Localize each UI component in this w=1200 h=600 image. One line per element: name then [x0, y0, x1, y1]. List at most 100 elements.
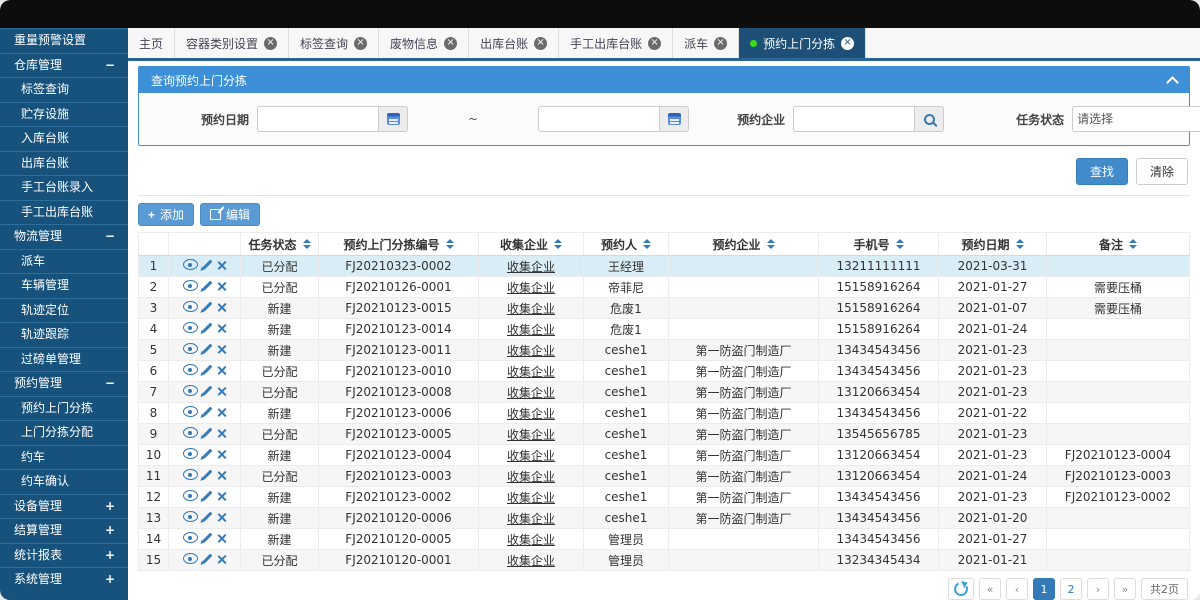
delete-icon[interactable]	[217, 512, 227, 522]
company-input[interactable]	[793, 106, 914, 132]
view-icon[interactable]	[183, 532, 198, 543]
pager-nav-button[interactable]: «	[979, 578, 1001, 600]
close-icon[interactable]	[354, 37, 367, 50]
cell-收集企业[interactable]: 收集企业	[479, 424, 584, 445]
sort-icon[interactable]	[303, 239, 311, 249]
collect-company-link[interactable]: 收集企业	[507, 386, 555, 400]
pager-nav-button[interactable]: »	[1114, 578, 1136, 600]
collect-company-link[interactable]: 收集企业	[507, 407, 555, 421]
expand-icon[interactable]: +	[105, 568, 115, 592]
table-row[interactable]: 4新建FJ20210123-0014收集企业危废1151589162642021…	[139, 319, 1190, 340]
sort-icon[interactable]	[643, 239, 651, 249]
sidebar-item-物流管理[interactable]: 物流管理−	[0, 224, 128, 249]
cell-收集企业[interactable]: 收集企业	[479, 256, 584, 277]
edit-row-icon[interactable]	[202, 302, 212, 312]
delete-icon[interactable]	[217, 302, 227, 312]
pager-nav-button[interactable]: ‹	[1006, 578, 1028, 600]
edit-row-icon[interactable]	[202, 470, 212, 480]
edit-row-icon[interactable]	[202, 491, 212, 501]
tab-派车[interactable]: 派车	[673, 28, 739, 58]
close-icon[interactable]	[534, 37, 547, 50]
search-button[interactable]: 查找	[1076, 158, 1128, 185]
collect-company-link[interactable]: 收集企业	[507, 344, 555, 358]
edit-row-icon[interactable]	[202, 407, 212, 417]
delete-icon[interactable]	[217, 470, 227, 480]
tab-主页[interactable]: 主页	[128, 28, 175, 58]
cell-收集企业[interactable]: 收集企业	[479, 487, 584, 508]
sidebar-item-车辆管理[interactable]: 车辆管理	[0, 273, 128, 298]
view-icon[interactable]	[183, 511, 198, 522]
edit-row-icon[interactable]	[202, 386, 212, 396]
cell-收集企业[interactable]: 收集企业	[479, 340, 584, 361]
view-icon[interactable]	[183, 427, 198, 438]
close-icon[interactable]	[648, 37, 661, 50]
cell-收集企业[interactable]: 收集企业	[479, 508, 584, 529]
delete-icon[interactable]	[217, 491, 227, 501]
table-row[interactable]: 10新建FJ20210123-0004收集企业ceshe1第一防盗门制造厂131…	[139, 445, 1190, 466]
tab-废物信息[interactable]: 废物信息	[379, 28, 469, 58]
close-icon[interactable]	[841, 37, 854, 50]
add-button[interactable]: 添加	[138, 203, 194, 226]
table-row[interactable]: 9已分配FJ20210123-0005收集企业ceshe1第一防盗门制造厂135…	[139, 424, 1190, 445]
expand-icon[interactable]: +	[105, 519, 115, 543]
delete-icon[interactable]	[217, 554, 227, 564]
close-icon[interactable]	[264, 37, 277, 50]
table-row[interactable]: 5新建FJ20210123-0011收集企业ceshe1第一防盗门制造厂1343…	[139, 340, 1190, 361]
collect-company-link[interactable]: 收集企业	[507, 533, 555, 547]
view-icon[interactable]	[183, 385, 198, 396]
date-to-input[interactable]	[538, 106, 659, 132]
column-header-预约人[interactable]: 预约人	[584, 233, 669, 256]
expand-icon[interactable]: +	[105, 544, 115, 568]
edit-row-icon[interactable]	[202, 428, 212, 438]
edit-row-icon[interactable]	[202, 533, 212, 543]
delete-icon[interactable]	[217, 281, 227, 291]
view-icon[interactable]	[183, 322, 198, 333]
column-header-预约日期[interactable]: 预约日期	[939, 233, 1047, 256]
sidebar-item-手工出库台账[interactable]: 手工出库台账	[0, 200, 128, 225]
sidebar-item-入库台账[interactable]: 入库台账	[0, 126, 128, 151]
column-header-手机号[interactable]: 手机号	[819, 233, 939, 256]
table-row[interactable]: 3新建FJ20210123-0015收集企业危废1151589162642021…	[139, 298, 1190, 319]
collect-company-link[interactable]: 收集企业	[507, 428, 555, 442]
table-row[interactable]: 8新建FJ20210123-0006收集企业ceshe1第一防盗门制造厂1343…	[139, 403, 1190, 424]
expand-icon[interactable]: +	[105, 495, 115, 519]
view-icon[interactable]	[183, 301, 198, 312]
page-button-1[interactable]: 1	[1033, 578, 1055, 600]
date-from-input[interactable]	[257, 106, 378, 132]
status-select[interactable]: 请选择	[1072, 106, 1200, 132]
cell-收集企业[interactable]: 收集企业	[479, 466, 584, 487]
collect-company-link[interactable]: 收集企业	[507, 323, 555, 337]
sidebar-item-预约上门分拣[interactable]: 预约上门分拣	[0, 396, 128, 421]
page-button-2[interactable]: 2	[1060, 578, 1082, 600]
collapse-icon[interactable]: −	[105, 54, 115, 78]
view-icon[interactable]	[183, 280, 198, 291]
table-row[interactable]: 15已分配FJ20210120-0001收集企业管理员1323434543420…	[139, 550, 1190, 571]
edit-row-icon[interactable]	[202, 281, 212, 291]
collect-company-link[interactable]: 收集企业	[507, 260, 555, 274]
collapse-icon[interactable]	[1166, 76, 1179, 89]
sidebar-item-出库台账[interactable]: 出库台账	[0, 151, 128, 176]
collect-company-link[interactable]: 收集企业	[507, 449, 555, 463]
column-header-预约上门分拣编号[interactable]: 预约上门分拣编号	[319, 233, 479, 256]
cell-收集企业[interactable]: 收集企业	[479, 319, 584, 340]
sort-icon[interactable]	[767, 239, 775, 249]
delete-icon[interactable]	[217, 533, 227, 543]
sort-icon[interactable]	[446, 239, 454, 249]
column-header-备注[interactable]: 备注	[1047, 233, 1190, 256]
sidebar-item-预约管理[interactable]: 预约管理−	[0, 371, 128, 396]
delete-icon[interactable]	[217, 365, 227, 375]
view-icon[interactable]	[183, 448, 198, 459]
pager-nav-button[interactable]: ›	[1087, 578, 1109, 600]
tab-预约上门分拣[interactable]: 预约上门分拣	[739, 28, 866, 58]
sidebar-item-约车[interactable]: 约车	[0, 445, 128, 470]
sidebar-item-约车确认[interactable]: 约车确认	[0, 469, 128, 494]
sidebar-item-系统管理[interactable]: 系统管理+	[0, 567, 128, 592]
edit-row-icon[interactable]	[202, 512, 212, 522]
cell-收集企业[interactable]: 收集企业	[479, 361, 584, 382]
clear-button[interactable]: 清除	[1136, 158, 1188, 185]
sidebar-item-仓库管理[interactable]: 仓库管理−	[0, 53, 128, 78]
table-row[interactable]: 11已分配FJ20210123-0003收集企业ceshe1第一防盗门制造厂13…	[139, 466, 1190, 487]
view-icon[interactable]	[183, 406, 198, 417]
edit-row-icon[interactable]	[202, 260, 212, 270]
sidebar-item-过磅单管理[interactable]: 过磅单管理	[0, 347, 128, 372]
